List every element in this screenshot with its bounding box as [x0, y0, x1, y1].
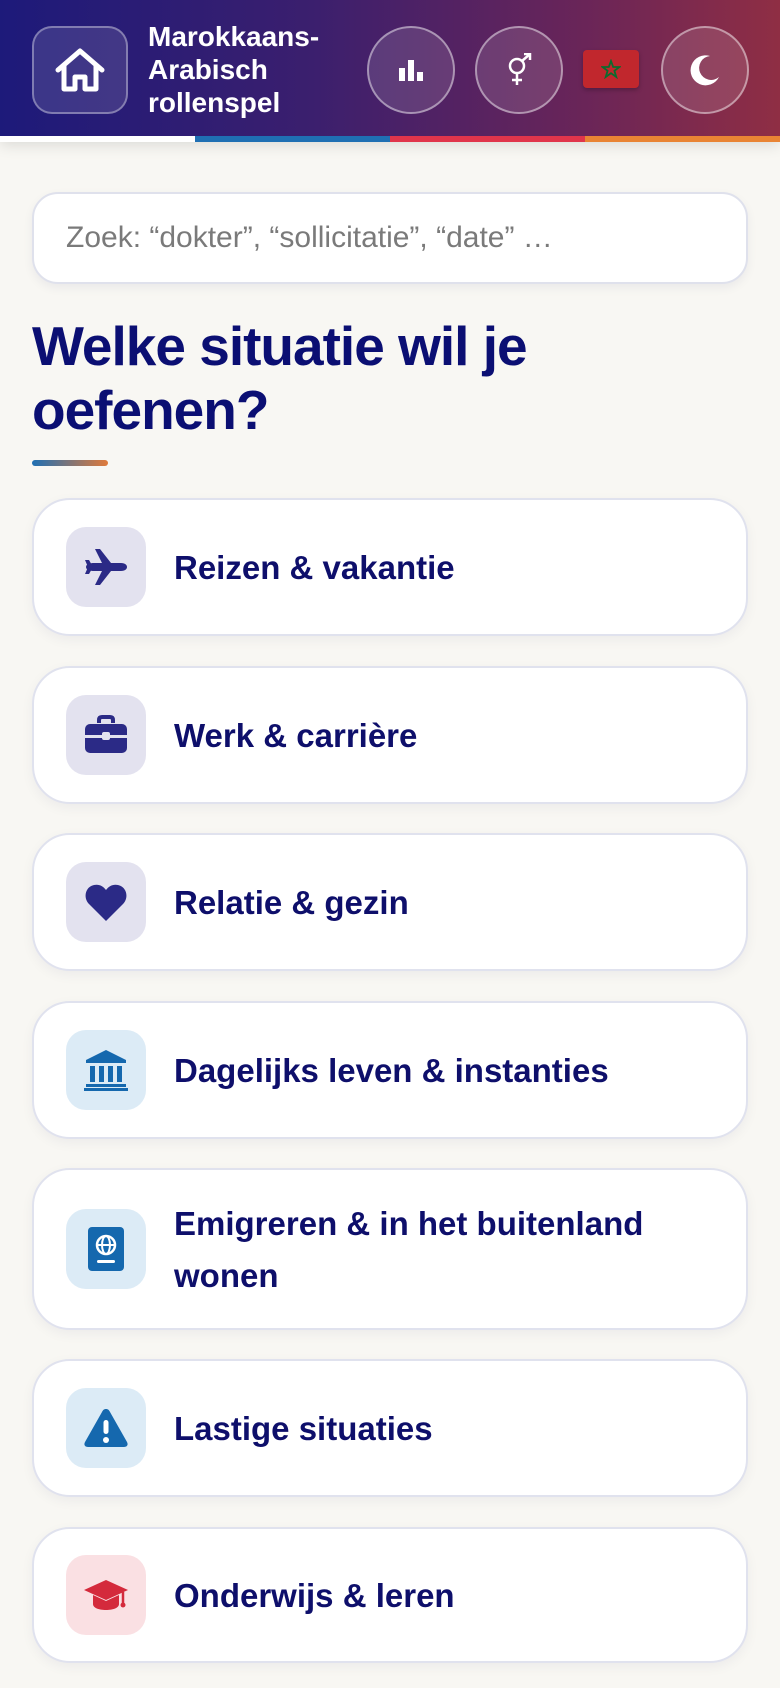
category-label: Lastige situaties [174, 1410, 433, 1447]
gender-button[interactable] [475, 26, 563, 114]
category-label: Onderwijs & leren [174, 1577, 455, 1614]
category-icon-box [66, 1209, 146, 1289]
header-color-stripe [0, 136, 780, 142]
category-icon-box [66, 862, 146, 942]
heart-icon [85, 884, 127, 921]
bank-icon [84, 1050, 128, 1091]
category-icon-box [66, 1388, 146, 1468]
category-icon-box [66, 695, 146, 775]
category-card-education[interactable]: Onderwijs & leren [32, 1527, 748, 1663]
search-input[interactable] [66, 221, 726, 255]
category-card-emigration[interactable]: Emigreren & in het buitenland wonen [32, 1168, 748, 1330]
category-icon-box [66, 527, 146, 607]
graduation-cap-icon [84, 1580, 128, 1610]
stats-button[interactable] [367, 26, 455, 114]
category-icon-box [66, 1555, 146, 1635]
category-card-relationship[interactable]: Relatie & gezin [32, 833, 748, 971]
moon-icon [690, 55, 719, 86]
category-card-work[interactable]: Werk & carrière [32, 666, 748, 804]
stripe-segment [195, 136, 390, 142]
dark-mode-button[interactable] [661, 26, 749, 114]
category-card-daily-life[interactable]: Dagelijks leven & instanties [32, 1001, 748, 1139]
bar-chart-icon [399, 60, 423, 81]
search-box[interactable] [32, 192, 748, 284]
briefcase-icon [85, 715, 127, 753]
home-icon [55, 48, 105, 92]
title-underline [32, 460, 108, 466]
morocco-flag-icon[interactable] [583, 50, 639, 88]
gender-icon [508, 53, 532, 85]
home-button[interactable] [32, 26, 128, 114]
category-label: Emigreren & in het buitenland wonen [174, 1205, 644, 1294]
category-label: Werk & carrière [174, 717, 418, 754]
app-title: Marokkaans-Arabisch rollenspel [148, 21, 320, 118]
stripe-segment [585, 136, 780, 142]
airplane-icon [85, 549, 127, 585]
category-card-travel[interactable]: Reizen & vakantie [32, 498, 748, 636]
stripe-segment [0, 136, 195, 142]
stripe-segment [390, 136, 585, 142]
app-header: Marokkaans-Arabisch rollenspel [0, 0, 780, 141]
category-label: Relatie & gezin [174, 884, 409, 921]
category-label: Reizen & vakantie [174, 549, 455, 586]
warning-icon [84, 1409, 128, 1447]
category-card-difficult-situations[interactable]: Lastige situaties [32, 1359, 748, 1497]
page-title: Welke situatie wil je oefenen? [32, 315, 528, 441]
passport-icon [88, 1227, 124, 1271]
category-label: Dagelijks leven & instanties [174, 1052, 609, 1089]
category-icon-box [66, 1030, 146, 1110]
